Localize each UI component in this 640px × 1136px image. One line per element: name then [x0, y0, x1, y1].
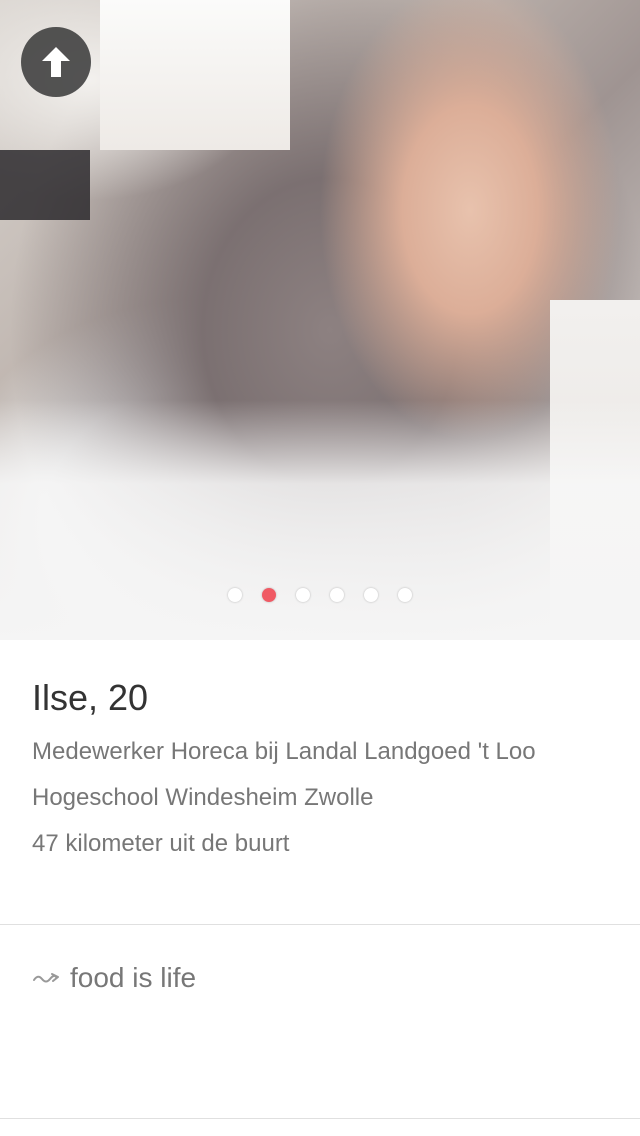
squiggle-arrow-icon: [33, 973, 59, 983]
photo-dot-5[interactable]: [364, 588, 378, 602]
photo-dot-1[interactable]: [228, 588, 242, 602]
profile-bio-text: food is life: [70, 962, 197, 993]
section-divider: [0, 924, 640, 925]
profile-name-age: Ilse, 20: [32, 677, 149, 718]
arrow-up-icon: [42, 47, 70, 77]
bottom-divider: [0, 1118, 640, 1119]
profile-photo[interactable]: [0, 0, 640, 640]
photo-dot-2-active[interactable]: [262, 588, 276, 602]
photo-door-bg: [0, 150, 90, 220]
photo-dot-3[interactable]: [296, 588, 310, 602]
photo-shirt-bg: [0, 400, 640, 640]
profile-bio: food is life: [32, 958, 612, 998]
photo-dot-4[interactable]: [330, 588, 344, 602]
profile-info: Ilse, 20 Medewerker Horeca bij Landal La…: [32, 676, 612, 872]
profile-school: Hogeschool Windesheim Zwolle: [32, 784, 374, 811]
profile-job: Medewerker Horeca bij Landal Landgoed 't…: [32, 738, 536, 765]
photo-window-bg: [100, 0, 290, 150]
photo-pagination: [0, 588, 640, 604]
collapse-profile-button[interactable]: [21, 27, 91, 97]
profile-distance: 47 kilometer uit de buurt: [32, 830, 290, 857]
photo-dot-6[interactable]: [398, 588, 412, 602]
